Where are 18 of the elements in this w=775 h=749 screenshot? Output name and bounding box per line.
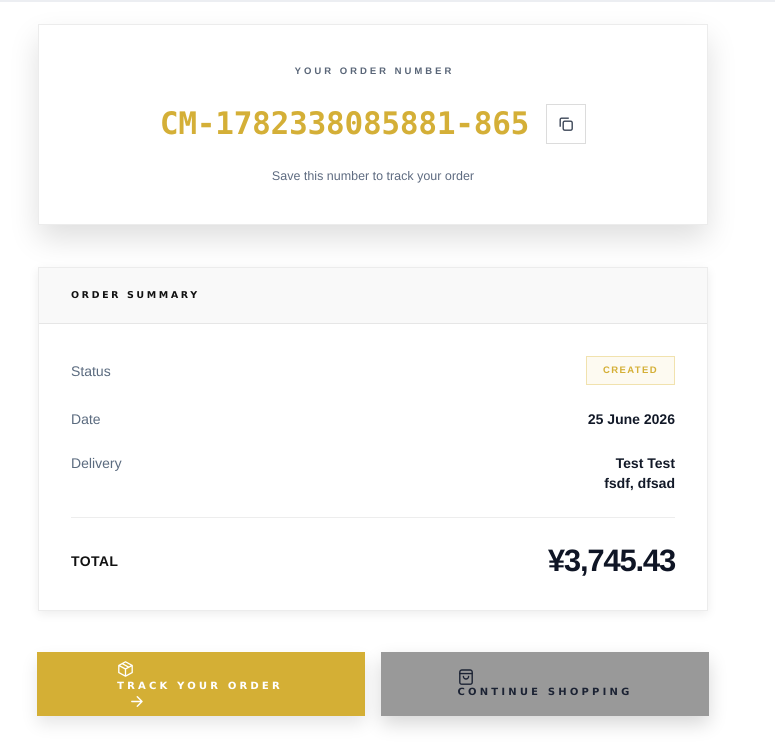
order-number: CM-1782338085881-865 [160,105,530,144]
box-icon [118,661,134,677]
copy-button[interactable] [546,104,586,144]
row-value: 25 June 2026 [588,410,675,429]
continue-shopping-button[interactable]: CONTINUE SHOPPING [381,652,709,716]
row-value: Test Test fsdf, dfsad [604,454,675,493]
total-amount: ¥3,745.43 [548,543,675,579]
copy-icon [559,117,574,131]
summary-title: ORDER SUMMARY [71,290,200,301]
shopping-bag-icon [458,669,472,685]
save-hint: Save this number to track your order [272,168,474,185]
row-label: Delivery [71,454,122,473]
row-label: Status [71,362,111,380]
total-label: TOTAL [71,553,118,569]
arrow-right-icon [131,696,144,707]
status-badge: CREATED [586,356,675,385]
row-label: Date [71,410,101,429]
order-number-label: YOUR ORDER NUMBER [294,65,454,79]
